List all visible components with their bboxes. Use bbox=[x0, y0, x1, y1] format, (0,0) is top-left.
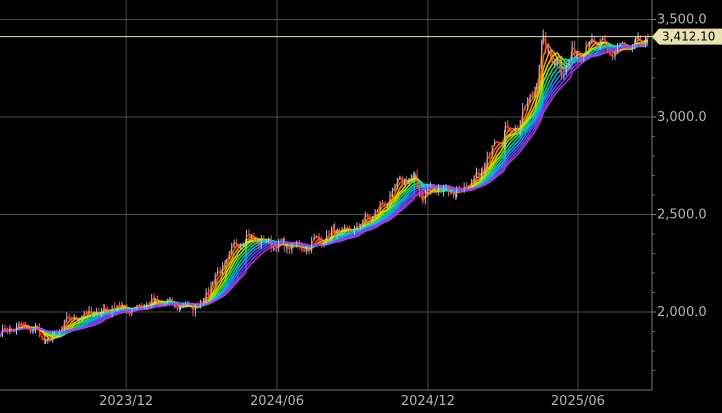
moving-average-line bbox=[0, 42, 649, 338]
x-tick-label: 2025/06 bbox=[551, 394, 605, 409]
axes: 2,000.0 2,500.0 3,000.0 3,500.0 2023/12 2024/… bbox=[0, 0, 707, 409]
y-tick-label: 3,500.0 bbox=[657, 13, 707, 28]
x-tick-label: 2023/12 bbox=[99, 394, 153, 409]
last-price-marker: 3,412.10 bbox=[0, 28, 722, 45]
moving-average-ribbon bbox=[0, 34, 649, 344]
y-tick-label: 2,000.0 bbox=[657, 305, 707, 320]
last-price-value: 3,412.10 bbox=[662, 30, 715, 44]
chart-canvas: 2,000.0 2,500.0 3,000.0 3,500.0 2023/12 2024/… bbox=[0, 0, 722, 409]
moving-average-line bbox=[0, 44, 649, 338]
moving-average-line bbox=[0, 41, 649, 338]
y-tick-label: 3,000.0 bbox=[657, 110, 707, 125]
moving-average-line bbox=[0, 34, 649, 344]
moving-average-line bbox=[0, 41, 649, 338]
x-tick-label: 2024/12 bbox=[401, 394, 455, 409]
price-chart: 2,000.0 2,500.0 3,000.0 3,500.0 2023/12 2024/… bbox=[0, 0, 722, 413]
x-tick-label: 2024/06 bbox=[250, 394, 304, 409]
y-tick-label: 2,500.0 bbox=[657, 208, 707, 223]
